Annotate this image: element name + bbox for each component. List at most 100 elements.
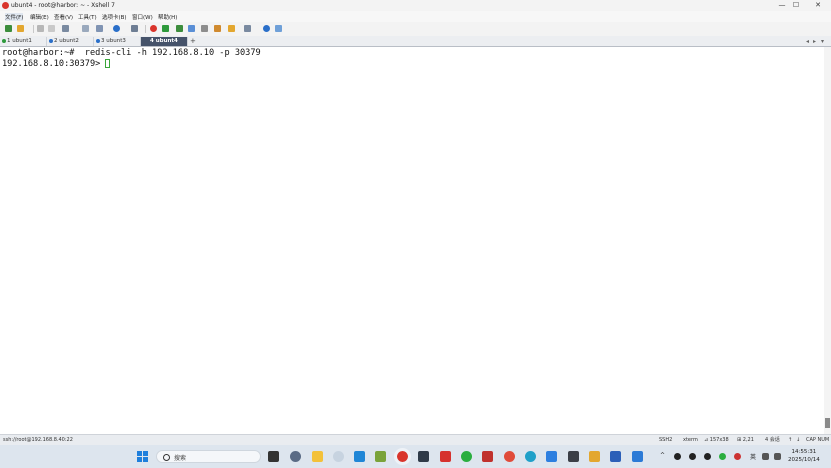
settings-gear-icon[interactable]: [290, 451, 301, 462]
status-bar: ssh://root@192.168.8.40:22 SSH2 xterm ⊿ …: [0, 434, 831, 445]
properties-icon[interactable]: [62, 25, 69, 32]
clock-date: 2025/10/14: [788, 457, 820, 463]
chrome-icon[interactable]: [504, 451, 515, 462]
speaker-icon[interactable]: [762, 453, 769, 460]
tab-ubunt3[interactable]: 3 ubunt3: [94, 37, 141, 46]
close-button[interactable]: ✕: [806, 0, 830, 11]
terminal-size: ⊿ 157x38: [704, 437, 729, 443]
font-icon[interactable]: [131, 25, 138, 32]
tab-label: 4 ubunt4: [150, 38, 178, 44]
session-tab-bar: 1 ubunt1 2 ubunt2 3 ubunt3 4 ubunt4 + ◂ …: [0, 36, 831, 47]
menu-window[interactable]: 窗口(W): [132, 13, 153, 21]
menu-tab[interactable]: 选项卡(B): [102, 13, 127, 21]
app-icon[interactable]: [568, 451, 579, 462]
clock-time: 14:55:31: [791, 449, 817, 455]
xshell-app-icon: [2, 2, 9, 9]
connect-icon[interactable]: [37, 25, 44, 32]
tab-ubunt2[interactable]: 2 ubunt2: [47, 37, 94, 46]
word-icon[interactable]: [610, 451, 621, 462]
toolbar-divider: [33, 25, 34, 33]
new-session-icon[interactable]: [5, 25, 12, 32]
vscode-icon[interactable]: [354, 451, 365, 462]
wechat-icon[interactable]: [461, 451, 472, 462]
windows-start-icon[interactable]: [137, 451, 148, 462]
keyboard-icon[interactable]: [201, 25, 208, 32]
scrollbar-thumb[interactable]: [825, 418, 830, 428]
caps-num-indicator: CAP NUM: [806, 437, 830, 443]
connection-address: ssh://root@192.168.8.40:22: [3, 437, 73, 443]
help-icon[interactable]: [263, 25, 270, 32]
tab-ubunt1[interactable]: 1 ubunt1: [0, 37, 47, 46]
qq-tray-icon[interactable]: [674, 453, 681, 460]
find-icon[interactable]: [82, 25, 89, 32]
xshell-icon[interactable]: [150, 25, 157, 32]
app-icon[interactable]: [546, 451, 557, 462]
terminal-app-icon[interactable]: [418, 451, 429, 462]
task-view-icon[interactable]: [268, 451, 279, 462]
search-icon: [163, 454, 170, 461]
search-placeholder: 搜索: [174, 455, 187, 462]
title-bar: ubunt4 - root@harbor: ~ - Xshell 7 — ☐ ✕: [0, 0, 831, 11]
menu-file[interactable]: 文件(F): [5, 13, 24, 21]
app-icon[interactable]: [632, 451, 643, 462]
vertical-scrollbar[interactable]: [824, 47, 831, 434]
tab-label: 3 ubunt3: [101, 38, 126, 44]
layout-icon[interactable]: [244, 25, 251, 32]
globe-icon[interactable]: [113, 25, 120, 32]
menu-edit[interactable]: 编辑(E): [30, 13, 49, 21]
add-tab-icon[interactable]: +: [190, 37, 196, 45]
tab-list-icon[interactable]: ▾: [821, 37, 824, 46]
connected-status-icon: [2, 38, 6, 43]
tray-overflow-icon[interactable]: ^: [660, 452, 665, 459]
upload-arrow-icon: ↑: [788, 437, 793, 443]
maximize-button[interactable]: ☐: [784, 0, 808, 11]
app-icon[interactable]: [440, 451, 451, 462]
session-status-icon: [96, 38, 100, 43]
app-icon[interactable]: [589, 451, 600, 462]
toolbar-divider: [145, 25, 146, 33]
battery-icon[interactable]: [774, 453, 781, 460]
tab-ubunt4[interactable]: 4 ubunt4: [141, 37, 188, 46]
cursor-position: ⊞ 2,21: [737, 437, 754, 443]
windows-taskbar: 搜索 ^ 英 14:55:31 2025/10/14: [0, 445, 831, 468]
tray-icon[interactable]: [734, 453, 741, 460]
file-explorer-icon[interactable]: [312, 451, 323, 462]
qq-tray-icon[interactable]: [704, 453, 711, 460]
menu-help[interactable]: 帮助(H): [158, 13, 177, 21]
qq-tray-icon[interactable]: [689, 453, 696, 460]
menu-tools[interactable]: 工具(T): [78, 13, 97, 21]
xshell-taskbar-icon[interactable]: [394, 448, 411, 465]
tab-next-icon[interactable]: ▸: [813, 37, 816, 46]
xftp-icon[interactable]: [162, 25, 169, 32]
toolbar: [0, 22, 831, 37]
tab-label: 1 ubunt1: [7, 38, 32, 44]
ime-language-indicator[interactable]: 英: [750, 452, 756, 461]
app-icon[interactable]: [375, 451, 386, 462]
tab-prev-icon[interactable]: ◂: [806, 37, 809, 46]
wechat-tray-icon[interactable]: [719, 453, 726, 460]
transparency-icon[interactable]: [188, 25, 195, 32]
fullscreen-icon[interactable]: [176, 25, 183, 32]
disconnect-icon[interactable]: [48, 25, 55, 32]
chat-icon[interactable]: [275, 25, 282, 32]
terminal-line: root@harbor:~# redis-cli -h 192.168.8.10…: [2, 48, 261, 58]
app-icon[interactable]: [333, 451, 344, 462]
tab-label: 2 ubunt2: [54, 38, 79, 44]
script-icon[interactable]: [214, 25, 221, 32]
menu-bar: 文件(F) 编辑(E) 查看(V) 工具(T) 选项卡(B) 窗口(W) 帮助(…: [0, 11, 831, 22]
transfer-icon[interactable]: [228, 25, 235, 32]
open-folder-icon[interactable]: [17, 25, 24, 32]
terminal-prompt-line: 192.168.8.10:30379>: [2, 59, 106, 69]
terminal-area[interactable]: root@harbor:~# redis-cli -h 192.168.8.10…: [0, 47, 824, 434]
terminal-cursor: [105, 59, 110, 68]
edge-icon[interactable]: [525, 451, 536, 462]
app-icon[interactable]: [482, 451, 493, 462]
download-arrow-icon: ↓: [796, 437, 801, 443]
session-status-icon: [49, 38, 53, 43]
taskbar-clock[interactable]: 14:55:31 2025/10/14: [788, 448, 820, 464]
compose-icon[interactable]: [96, 25, 103, 32]
terminal-type: xterm: [683, 437, 698, 443]
menu-view[interactable]: 查看(V): [54, 13, 73, 21]
session-count: 4 会话: [765, 437, 780, 443]
taskbar-search-box[interactable]: 搜索: [156, 450, 261, 463]
